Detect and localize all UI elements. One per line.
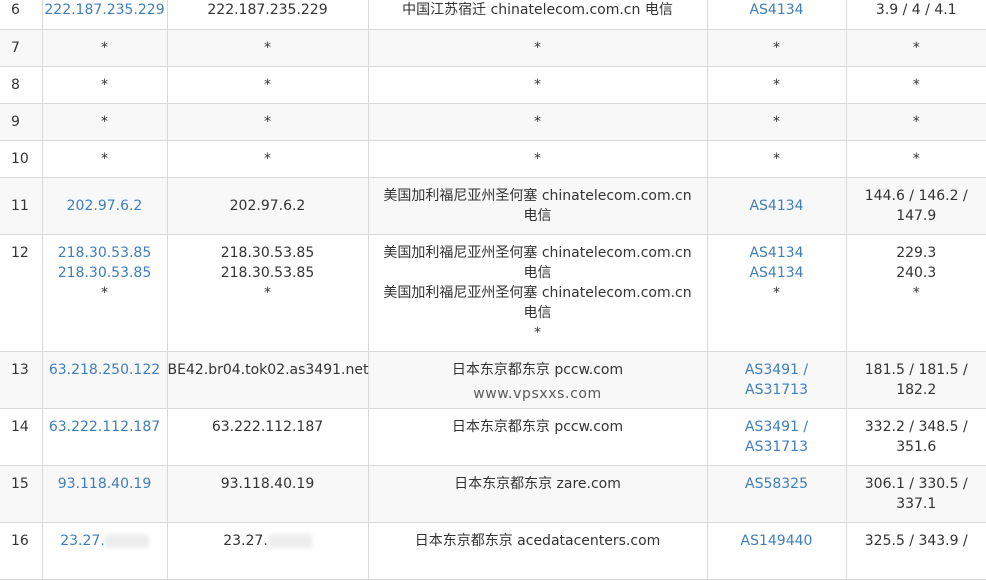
redacted-blur [105, 534, 149, 548]
hostname: 93.118.40.19 [167, 465, 368, 522]
table-row: 13 63.218.250.122 BE42.br04.tok02.as3491… [0, 351, 986, 408]
ip-link[interactable]: 202.97.6.2 [67, 198, 143, 214]
as-link[interactable]: AS31713 [708, 437, 846, 457]
as-value: * [707, 140, 846, 177]
hostname: 222.187.235.229 [167, 0, 368, 29]
as-value: * [707, 103, 846, 140]
table-row: 9 * * * * * [0, 103, 986, 140]
latency: 3.9 / 4 / 4.1 [846, 0, 986, 29]
as-link[interactable]: AS4134 [708, 243, 846, 263]
as-link[interactable]: AS3491 / [708, 417, 846, 437]
hostname: * [167, 29, 368, 66]
watermark-text: www.vpsxxs.com [369, 384, 707, 404]
ip-link[interactable]: 23.27. [60, 533, 105, 549]
latency: * [846, 66, 986, 103]
ip-link[interactable]: 93.118.40.19 [58, 476, 152, 492]
hostname: 218.30.53.85 [168, 243, 368, 263]
hop-number: 13 [0, 351, 42, 408]
location: 美国加利福尼亚州圣何塞 chinatelecom.com.cn 电信 [369, 283, 707, 323]
latency: 144.6 / 146.2 / 147.9 [847, 186, 986, 226]
hostname: 23.27. [223, 533, 268, 549]
location: * [369, 323, 707, 343]
location: * [368, 66, 707, 103]
latency: 229.3 240.3 * [846, 234, 986, 351]
hostname: * [168, 283, 368, 303]
hostname: 218.30.53.85 [168, 263, 368, 283]
traceroute-table: 6 222.187.235.229 222.187.235.229 中国江苏宿迁… [0, 0, 986, 580]
location: 日本东京都东京 pccw.com [369, 360, 707, 380]
location: * [368, 29, 707, 66]
hop-number: 11 [0, 177, 42, 234]
latency: 306.1 / 330.5 / 337.1 [847, 474, 986, 514]
as-link[interactable]: AS4134 [708, 263, 846, 283]
as-link[interactable]: AS149440 [741, 533, 813, 549]
ip-value: * [42, 29, 167, 66]
table-row: 6 222.187.235.229 222.187.235.229 中国江苏宿迁… [0, 0, 986, 29]
as-value: * [707, 66, 846, 103]
latency: 332.2 / 348.5 / 351.6 [847, 417, 986, 457]
hop-number: 15 [0, 465, 42, 522]
location: * [368, 103, 707, 140]
ip-link[interactable]: 63.222.112.187 [49, 419, 160, 435]
as-value: * [707, 29, 846, 66]
latency: * [846, 103, 986, 140]
hostname: * [167, 103, 368, 140]
location: * [368, 140, 707, 177]
table-row: 14 63.222.112.187 63.222.112.187 日本东京都东京… [0, 408, 986, 465]
ip-link[interactable]: 218.30.53.85 [43, 263, 167, 283]
redacted-blur [268, 534, 312, 548]
hop-number: 8 [0, 66, 42, 103]
table-row: 8 * * * * * [0, 66, 986, 103]
table-row: 12 218.30.53.85 218.30.53.85 * 218.30.53… [0, 234, 986, 351]
ip-value: * [43, 283, 167, 303]
ip-link[interactable]: 63.218.250.122 [49, 362, 160, 378]
latency: * [846, 29, 986, 66]
hostname: 63.222.112.187 [167, 408, 368, 465]
hop-number: 9 [0, 103, 42, 140]
location: 日本东京都东京 zare.com [368, 465, 707, 522]
ip-link[interactable]: 222.187.235.229 [44, 2, 164, 18]
location: 日本东京都东京 pccw.com [368, 408, 707, 465]
as-link[interactable]: AS31713 [708, 380, 846, 400]
location: 中国江苏宿迁 chinatelecom.com.cn 电信 [369, 0, 707, 20]
ip-value: * [42, 66, 167, 103]
hostname: * [167, 66, 368, 103]
as-link[interactable]: AS58325 [745, 476, 808, 492]
hop-number: 10 [0, 140, 42, 177]
as-link[interactable]: AS3491 / [708, 360, 846, 380]
hop-number: 7 [0, 29, 42, 66]
as-link[interactable]: AS4134 [749, 2, 803, 18]
as-link[interactable]: AS4134 [749, 198, 803, 214]
hostname: BE42.br04.tok02.as3491.net [167, 351, 368, 408]
ip-value: * [42, 103, 167, 140]
latency: 181.5 / 181.5 / 182.2 [847, 360, 986, 400]
table-row: 11 202.97.6.2 202.97.6.2 美国加利福尼亚州圣何塞 chi… [0, 177, 986, 234]
latency: * [846, 140, 986, 177]
hop-number: 6 [0, 0, 42, 29]
ip-value: * [42, 140, 167, 177]
location: 美国加利福尼亚州圣何塞 chinatelecom.com.cn 电信 [369, 186, 707, 226]
ip-link[interactable]: 218.30.53.85 [43, 243, 167, 263]
hostname: * [167, 140, 368, 177]
table-row: 15 93.118.40.19 93.118.40.19 日本东京都东京 zar… [0, 465, 986, 522]
hop-number: 14 [0, 408, 42, 465]
location: 美国加利福尼亚州圣何塞 chinatelecom.com.cn 电信 [369, 243, 707, 283]
hop-number: 12 [0, 234, 42, 351]
hostname: 202.97.6.2 [167, 177, 368, 234]
table-row: 7 * * * * * [0, 29, 986, 66]
table-row: 10 * * * * * [0, 140, 986, 177]
as-value: * [708, 283, 846, 303]
